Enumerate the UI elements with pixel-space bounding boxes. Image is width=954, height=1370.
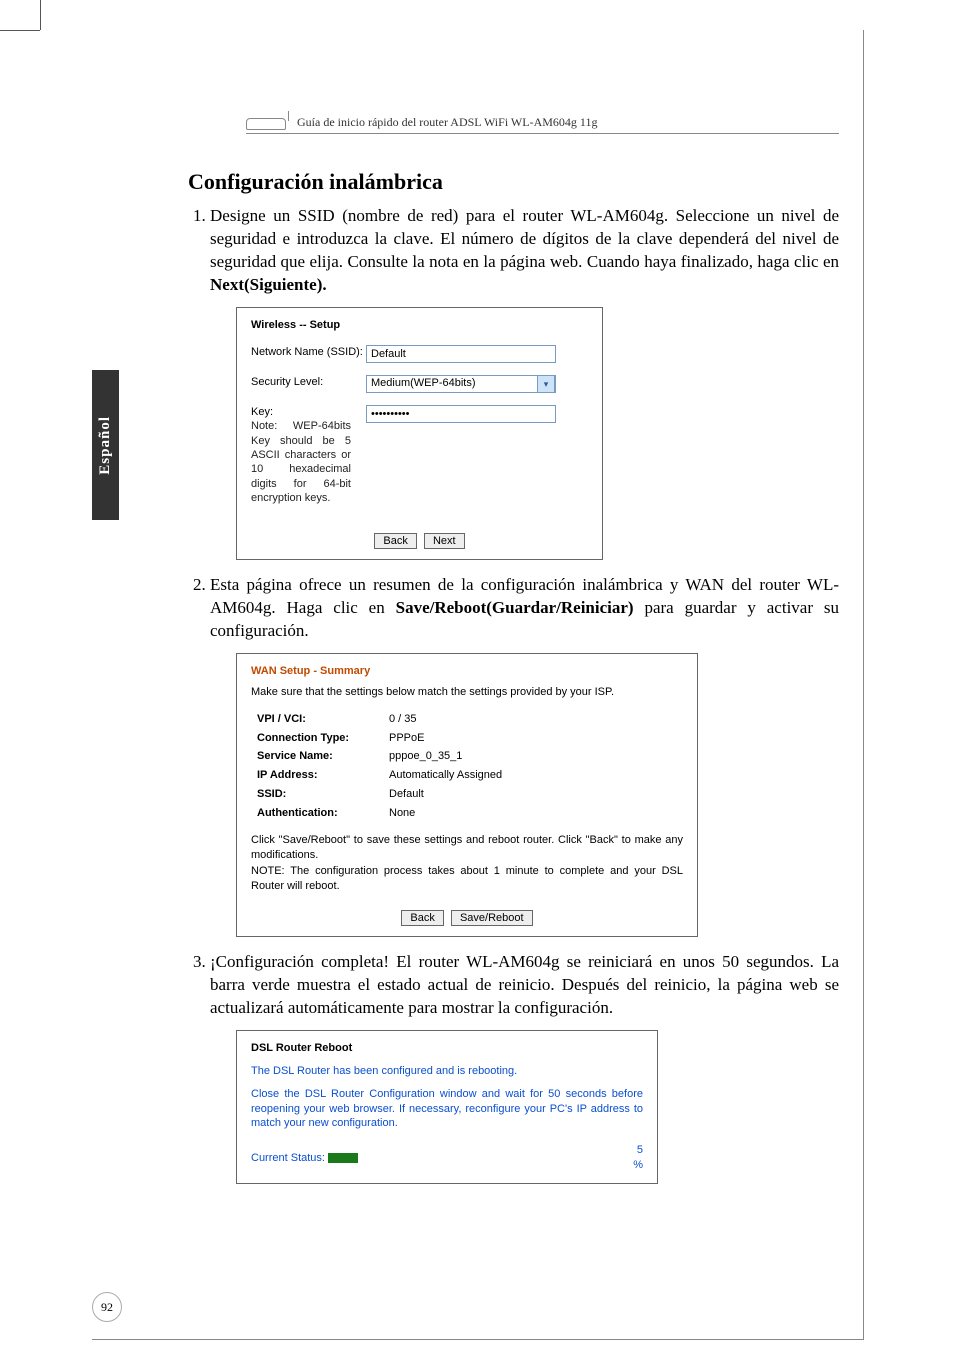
table-row: IP Address:Automatically Assigned <box>251 766 508 785</box>
save-reboot-button[interactable]: Save/Reboot <box>451 910 533 926</box>
status-label: Current Status: <box>251 1152 325 1164</box>
security-row: Security Level: Medium(WEP-64bits) ▾ <box>251 375 588 393</box>
progress-percent: 5 % <box>633 1143 643 1173</box>
step-3: ¡Configuración completa! El router WL-AM… <box>210 951 839 1184</box>
table-row: Authentication:None <box>251 804 508 823</box>
table-row: Connection Type:PPPoE <box>251 729 508 748</box>
wan-buttons: Back Save/Reboot <box>237 904 697 936</box>
page-content: Guía de inicio rápido del router ADSL Wi… <box>188 115 839 1275</box>
security-label: Security Level: <box>251 375 366 390</box>
table-row: Service Name:pppoe_0_35_1 <box>251 747 508 766</box>
wireless-buttons: Back Next <box>237 527 602 559</box>
key-note: Note: WEP-64bits Key should be 5 ASCII c… <box>251 419 351 505</box>
reboot-line1: The DSL Router has been configured and i… <box>251 1064 643 1079</box>
reboot-line2: Close the DSL Router Configuration windo… <box>251 1087 643 1132</box>
step-1: Designe un SSID (nombre de red) para el … <box>210 205 839 560</box>
wan-summary-instruct: Make sure that the settings below match … <box>251 685 683 700</box>
wan-note-2: NOTE: The configuration process takes ab… <box>251 864 683 894</box>
back-button[interactable]: Back <box>401 910 443 926</box>
language-tab: Español <box>92 370 119 520</box>
table-row: SSID:Default <box>251 785 508 804</box>
ssid-row: Network Name (SSID): <box>251 345 588 363</box>
wan-summary-table: VPI / VCI:0 / 35 Connection Type:PPPoE S… <box>251 710 508 823</box>
key-input[interactable] <box>366 405 556 423</box>
progress-bar <box>328 1153 358 1163</box>
running-header: Guía de inicio rápido del router ADSL Wi… <box>246 115 839 134</box>
progress-row: Current Status: 5 % <box>251 1143 643 1173</box>
key-row: Key: Note: WEP-64bits Key should be 5 AS… <box>251 405 588 506</box>
page-number: 92 <box>92 1292 122 1322</box>
wan-summary-title: WAN Setup - Summary <box>251 664 683 679</box>
security-select[interactable]: Medium(WEP-64bits) ▾ <box>366 375 556 393</box>
key-label: Key: <box>251 405 366 420</box>
router-icon <box>246 118 286 130</box>
reboot-title: DSL Router Reboot <box>251 1041 643 1056</box>
next-button[interactable]: Next <box>424 533 465 549</box>
table-row: VPI / VCI:0 / 35 <box>251 710 508 729</box>
wireless-setup-title: Wireless -- Setup <box>251 318 588 333</box>
section-title: Configuración inalámbrica <box>188 169 839 195</box>
ssid-input[interactable] <box>366 345 556 363</box>
back-button[interactable]: Back <box>374 533 416 549</box>
reboot-panel: DSL Router Reboot The DSL Router has bee… <box>236 1030 658 1184</box>
chevron-down-icon[interactable]: ▾ <box>537 375 555 393</box>
wan-summary-panel: WAN Setup - Summary Make sure that the s… <box>236 653 698 937</box>
wireless-setup-panel: Wireless -- Setup Network Name (SSID): S… <box>236 307 603 560</box>
steps-list: Designe un SSID (nombre de red) para el … <box>188 205 839 1184</box>
wan-note-1: Click "Save/Reboot" to save these settin… <box>251 833 683 863</box>
ssid-label: Network Name (SSID): <box>251 345 366 360</box>
step-2: Esta página ofrece un resumen de la conf… <box>210 574 839 937</box>
language-tab-label: Español <box>97 416 114 475</box>
